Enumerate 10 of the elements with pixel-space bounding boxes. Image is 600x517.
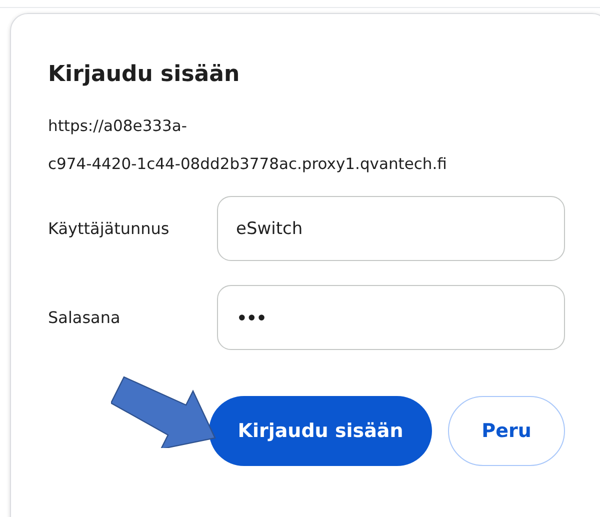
arrow-icon <box>111 376 217 448</box>
url-text: https://a08e333a- <box>48 116 187 137</box>
password-field[interactable]: ••• <box>217 285 565 350</box>
field-label: Käyttäjätunnus <box>48 219 170 238</box>
sign-in-button[interactable]: Kirjaudu sisään <box>209 396 432 466</box>
field-label: Salasana <box>48 308 122 327</box>
url-text: c974-4420-1c44-08dd2b3778ac.proxy1.qvantech.fi <box>48 154 447 175</box>
cancel-button[interactable]: Peru <box>448 396 565 466</box>
dialog-title: Kirjaudu sisään <box>48 61 241 89</box>
input-field[interactable]: eSwitch <box>217 196 565 261</box>
